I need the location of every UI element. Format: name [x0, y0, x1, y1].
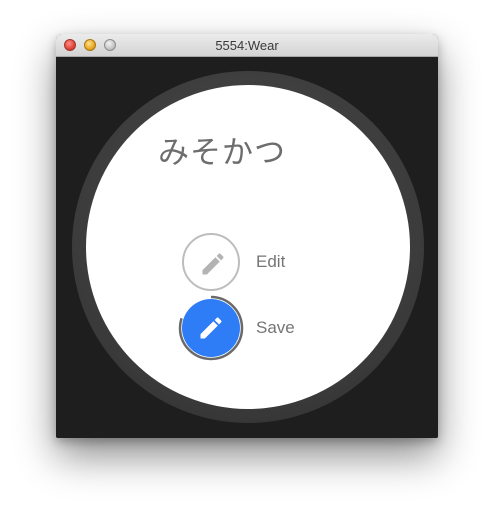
save-action[interactable]: Save: [178, 295, 342, 361]
save-button[interactable]: [182, 299, 240, 357]
title-bar[interactable]: 5554:Wear: [56, 34, 438, 57]
edit-action[interactable]: Edit: [182, 233, 342, 293]
window-title: 5554:Wear: [215, 38, 279, 53]
edit-button[interactable]: [182, 233, 240, 291]
watch-screen: みそかつ Edit Save: [86, 85, 410, 409]
emulator-content: みそかつ Edit Save: [56, 57, 438, 438]
pencil-icon: [200, 317, 222, 339]
pencil-icon: [202, 253, 224, 275]
note-title: みそかつ: [158, 135, 286, 171]
emulator-window: 5554:Wear みそかつ Edit Save: [56, 34, 438, 438]
edit-label: Edit: [256, 252, 286, 271]
save-label: Save: [256, 318, 295, 337]
watch-bezel: みそかつ Edit Save: [72, 71, 424, 423]
